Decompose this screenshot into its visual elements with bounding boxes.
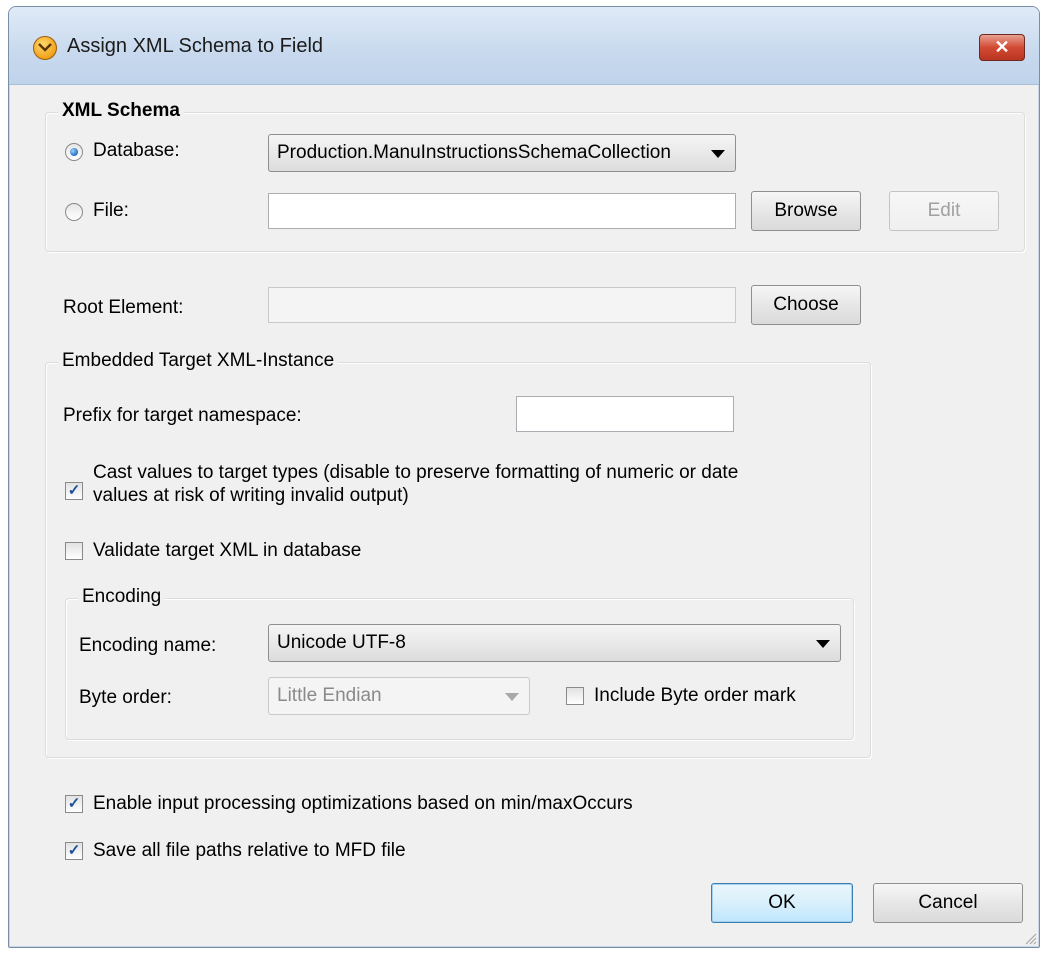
mapforce-app-icon [33,36,57,60]
close-button[interactable]: ✕ [979,34,1025,61]
byte-order-mark-label[interactable]: Include Byte order mark [594,685,796,707]
xml-schema-group: XML Schema [45,100,1025,252]
relative-paths-label[interactable]: Save all file paths relative to MFD file [93,840,406,862]
encoding-group: Encoding [65,586,854,740]
database-radio[interactable] [65,143,83,161]
encoding-name-select[interactable]: Unicode UTF-8 [268,624,841,662]
file-path-input[interactable] [268,193,736,229]
xml-schema-legend: XML Schema [58,100,184,122]
prefix-input[interactable] [516,396,734,432]
check-icon: ✓ [67,482,81,499]
chevron-down-icon [816,640,830,648]
embedded-target-legend: Embedded Target XML-Instance [58,350,339,372]
relative-paths-checkbox[interactable]: ✓ [65,842,83,860]
check-icon: ✓ [67,795,81,812]
byte-order-label: Byte order: [79,687,172,708]
chevron-down-icon [505,693,519,701]
ok-button[interactable]: OK [711,883,853,923]
input-optimizations-label[interactable]: Enable input processing optimizations ba… [93,793,633,815]
input-optimizations-checkbox[interactable]: ✓ [65,795,83,813]
encoding-legend: Encoding [78,586,166,608]
cast-values-label-line2[interactable]: values at risk of writing invalid output… [93,485,409,507]
chevron-down-icon [711,150,725,158]
choose-button[interactable]: Choose [751,285,861,325]
browse-button[interactable]: Browse [751,191,861,231]
dialog-content: XML Schema Database: Production.ManuInst… [9,85,1039,947]
root-element-label: Root Element: [63,297,184,318]
validate-xml-label[interactable]: Validate target XML in database [93,540,361,562]
cast-values-label-line1[interactable]: Cast values to target types (disable to … [93,462,738,484]
assign-xml-schema-dialog: Assign XML Schema to Field ✕ XML Schema … [8,6,1040,948]
prefix-label: Prefix for target namespace: [63,405,302,426]
window-title: Assign XML Schema to Field [67,35,324,57]
database-schema-select[interactable]: Production.ManuInstructionsSchemaCollect… [268,134,736,172]
byte-order-value: Little Endian [277,685,382,706]
byte-order-select[interactable]: Little Endian [268,677,530,715]
cast-values-checkbox[interactable]: ✓ [65,482,83,500]
encoding-name-value: Unicode UTF-8 [277,632,406,653]
title-bar[interactable]: Assign XML Schema to Field ✕ [9,7,1039,85]
byte-order-mark-checkbox[interactable] [566,687,584,705]
file-label[interactable]: File: [93,200,129,222]
resize-grip-icon[interactable] [1023,931,1037,945]
check-icon: ✓ [67,842,81,859]
close-icon: ✕ [994,37,1010,57]
file-radio[interactable] [65,203,83,221]
database-label[interactable]: Database: [93,140,180,162]
database-schema-value: Production.ManuInstructionsSchemaCollect… [277,142,671,163]
encoding-name-label: Encoding name: [79,635,217,656]
edit-button[interactable]: Edit [889,191,999,231]
cancel-button[interactable]: Cancel [873,883,1023,923]
root-element-input[interactable] [268,287,736,323]
validate-xml-checkbox[interactable] [65,542,83,560]
